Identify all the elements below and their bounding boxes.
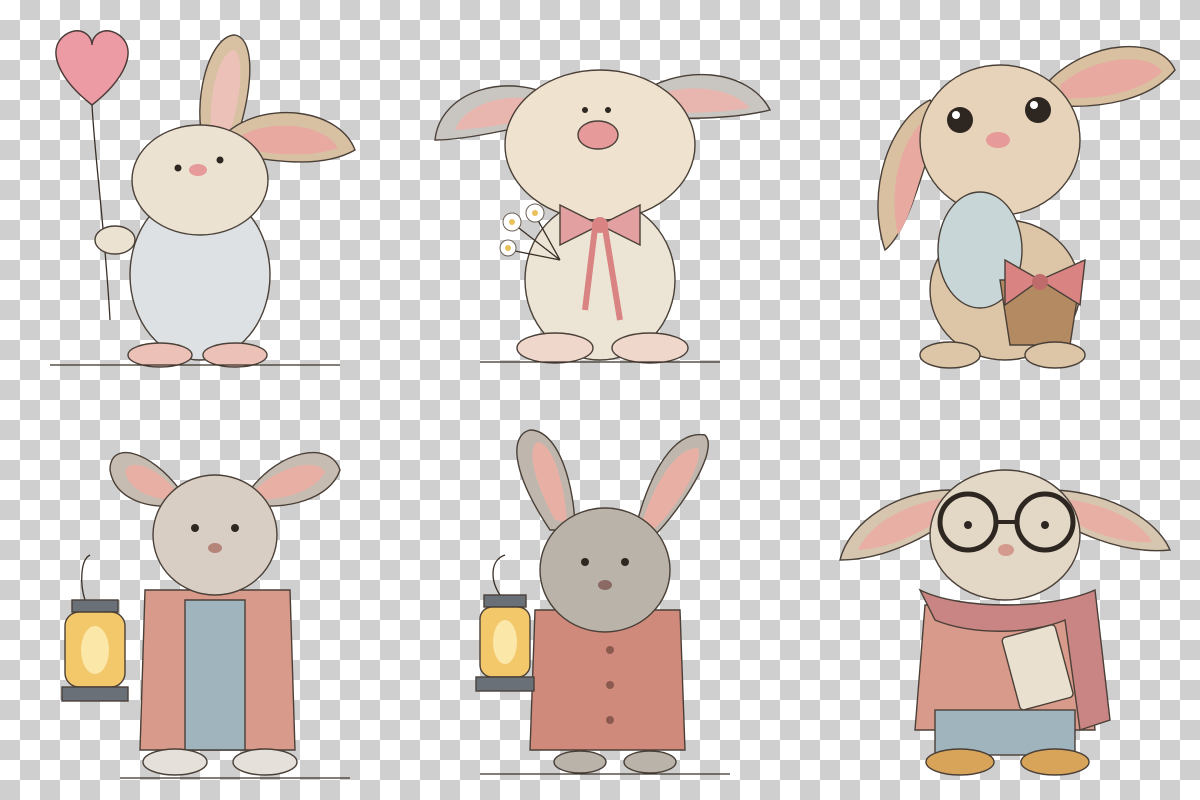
foot <box>1024 341 1086 369</box>
bunny-head <box>131 124 269 236</box>
nose <box>208 543 222 553</box>
eye <box>964 521 972 529</box>
foot <box>623 750 677 774</box>
bunny-with-lantern-in-jacket <box>20 410 400 800</box>
eye <box>605 107 611 113</box>
sneaker <box>142 748 208 776</box>
eye <box>1025 97 1051 123</box>
bunny-with-lantern-in-coat <box>410 410 790 800</box>
bunny-head <box>929 469 1081 601</box>
bunny-head <box>539 507 671 633</box>
foot <box>611 332 689 364</box>
heart-balloon <box>55 30 129 321</box>
bunny-head <box>152 474 278 596</box>
foot <box>127 342 193 368</box>
foot <box>553 750 607 774</box>
denim-shirt <box>184 599 246 751</box>
eye <box>216 156 224 164</box>
boot <box>925 748 995 776</box>
nose <box>998 544 1014 556</box>
lantern <box>61 554 129 702</box>
denim-pants <box>934 709 1076 756</box>
bunny-with-glasses-scarf-book <box>810 410 1190 800</box>
eye <box>582 107 588 113</box>
eye <box>231 524 239 532</box>
eye <box>1041 521 1049 529</box>
paw <box>94 225 136 255</box>
bunny-holding-easter-egg-basket <box>810 10 1190 400</box>
nose <box>189 164 207 176</box>
nose <box>598 580 612 590</box>
bunny-illustration-sheet <box>0 0 1200 800</box>
eye <box>947 107 973 133</box>
foot <box>202 342 268 368</box>
eye <box>191 524 199 532</box>
foot <box>919 341 981 369</box>
eye <box>174 164 182 172</box>
sneaker <box>232 748 298 776</box>
boot <box>1020 748 1090 776</box>
bunny-with-heart-balloon <box>20 10 400 400</box>
lantern <box>475 554 535 692</box>
nose <box>577 120 619 150</box>
nose <box>986 132 1010 148</box>
foot <box>516 332 594 364</box>
eye <box>621 558 629 566</box>
eye <box>581 558 589 566</box>
bunny-with-daisies-and-bow <box>410 10 790 400</box>
